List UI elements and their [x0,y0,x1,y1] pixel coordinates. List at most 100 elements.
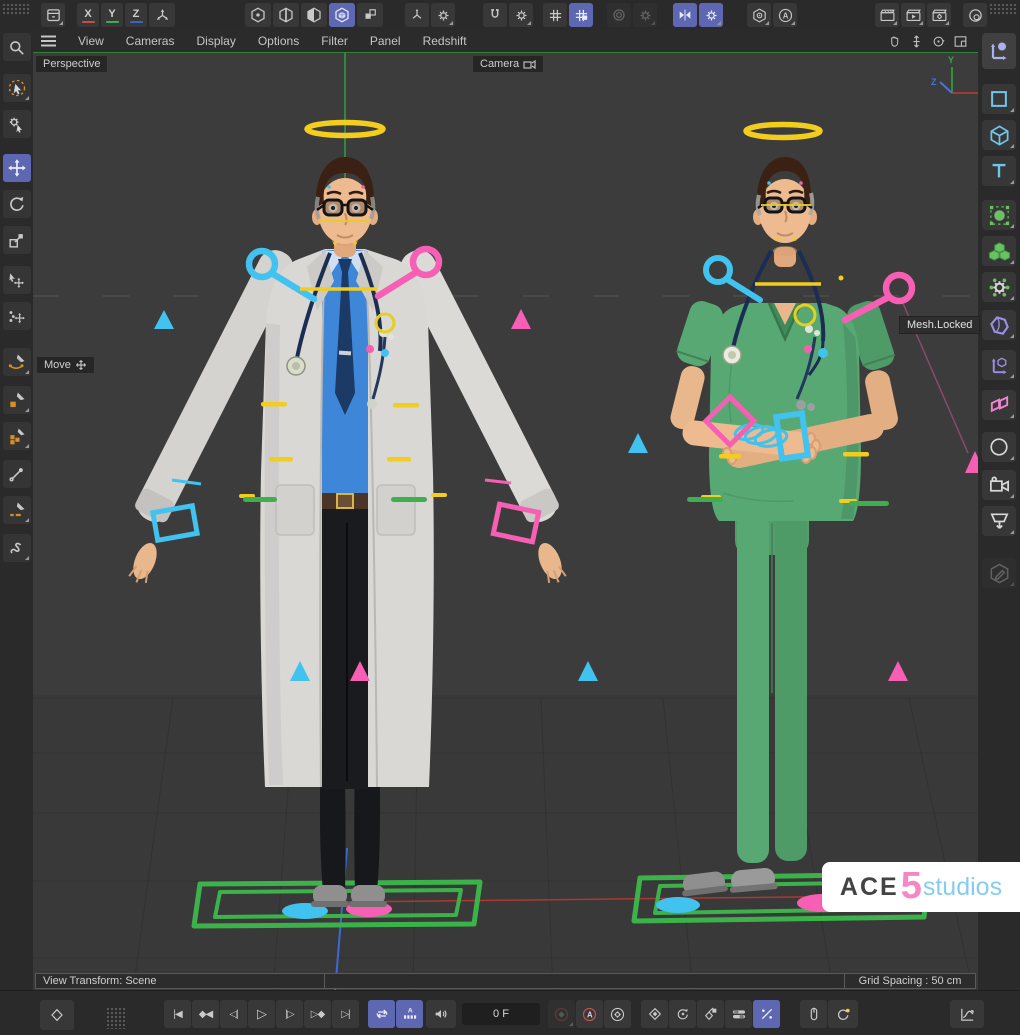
sound-button[interactable] [426,1000,456,1028]
z-lock-button[interactable]: Z [125,3,147,27]
spline-pen-dashed-button[interactable] [3,496,31,524]
render-picture-viewer-button[interactable] [901,3,925,27]
key-position-button[interactable] [641,1000,668,1028]
search-button[interactable] [3,33,31,61]
previous-frame-button[interactable]: ◁| [220,1000,247,1028]
axis-edit-button[interactable] [982,350,1016,380]
key-interpolation-button[interactable] [753,1000,780,1028]
material-preview-button[interactable] [963,3,987,27]
render-view-button[interactable] [875,3,899,27]
workplane-settings-button[interactable] [431,3,455,27]
x-lock-button[interactable]: X [77,3,99,27]
camera-object-button[interactable] [982,470,1016,500]
falloff-button[interactable] [607,3,631,27]
viewport-3d[interactable]: Y X Z Perspective Camera Move View Trans… [33,52,978,990]
mouse-record-button[interactable] [800,1000,827,1028]
current-frame-field[interactable]: 0 F [462,1003,540,1025]
loop-playback-button[interactable] [368,1000,395,1028]
y-lock-button[interactable]: Y [101,3,123,27]
key-parameters-button[interactable] [725,1000,752,1028]
sketch-spline-button[interactable] [3,534,31,562]
key-scale-button[interactable] [697,1000,724,1028]
stage-object-button[interactable] [982,506,1016,536]
menu-cameras[interactable]: Cameras [126,34,175,48]
render-settings-button[interactable] [927,3,951,27]
view-label[interactable]: Perspective [36,56,107,72]
autokey-keys-button[interactable]: A [396,1000,423,1028]
symmetry-settings-button[interactable] [699,3,723,27]
cube-primitive-button[interactable] [982,120,1016,150]
autokey-toggle-button[interactable]: A [576,1000,603,1028]
quantize-lock-button[interactable] [569,3,593,27]
nurse-left-foot-control[interactable] [656,897,700,913]
spline-pen-hard-button[interactable] [3,386,31,414]
keying-settings-button[interactable] [604,1000,631,1028]
subdivision-generator-button[interactable] [982,200,1016,230]
spline-pen-volume-button[interactable] [3,422,31,450]
rectangle-spline-button[interactable] [982,84,1016,114]
volume-generator-button[interactable] [982,236,1016,266]
model-mode-button[interactable] [329,3,355,27]
spline-pen-smooth-button[interactable] [3,348,31,376]
tweak-button[interactable] [3,110,31,138]
falloff-settings-button[interactable] [633,3,657,27]
symmetry-button[interactable] [673,3,697,27]
toggles-icon [731,1006,747,1022]
menu-view[interactable]: View [78,34,104,48]
play-button[interactable]: ▷ [248,1000,275,1028]
mouse-icon [806,1006,822,1022]
timeline-drag-handle[interactable] [106,1007,126,1029]
annotation-pencil-button[interactable] [982,558,1016,588]
camera-label[interactable]: Camera [473,56,543,72]
simulation-generator-button[interactable] [982,272,1016,302]
live-selection-button[interactable] [3,74,31,102]
dolly-icon[interactable] [909,34,924,49]
menu-panel[interactable]: Panel [370,34,401,48]
maximize-view-icon[interactable] [953,34,968,49]
menu-options[interactable]: Options [258,34,299,48]
menu-icon[interactable] [41,35,56,47]
key-rotation-button[interactable] [669,1000,696,1028]
menu-filter[interactable]: Filter [321,34,348,48]
snap-button[interactable] [483,3,507,27]
snap-settings-button[interactable] [509,3,533,27]
go-to-start-button[interactable]: |◀ [164,1000,191,1028]
environment-button[interactable] [982,432,1016,462]
object-axis-mode-button[interactable] [357,3,383,27]
rotate-tool-button[interactable] [3,190,31,218]
menu-display[interactable]: Display [196,34,235,48]
rotate-record-button[interactable] [828,1000,858,1028]
polygons-mode-button[interactable] [301,3,327,27]
axis-modeling-button[interactable] [149,3,175,27]
go-to-end-button[interactable]: ▷| [332,1000,359,1028]
keyframe-diamond-button[interactable] [40,1000,74,1030]
annotation-button[interactable]: A [773,3,797,27]
fcurve-button[interactable] [950,1000,984,1028]
toolbar-drag-handle[interactable] [2,3,31,16]
viewport-solo-button[interactable] [747,3,771,27]
scale-tool-button[interactable] [3,226,31,254]
move-tool-button[interactable] [3,154,31,182]
quantize-button[interactable] [543,3,567,27]
text-primitive-button[interactable] [982,156,1016,186]
pan-hand-icon[interactable] [887,34,902,49]
record-keyframe-button[interactable] [548,1000,575,1028]
squiggle-icon [7,538,27,558]
orbit-icon[interactable] [931,34,946,49]
toolbar-drag-handle-right[interactable] [989,3,1018,16]
scene-canvas[interactable]: Y X Z [33,53,978,991]
viewport-panel-button[interactable] [41,3,65,27]
workplane-button[interactable] [405,3,429,27]
coordinates-button[interactable] [982,33,1016,69]
menu-redshift[interactable]: Redshift [423,34,467,48]
instance-button[interactable] [982,390,1016,420]
point-move-button[interactable] [3,302,31,330]
mesh-locked-button[interactable] [982,310,1016,340]
next-frame-button[interactable]: |▷ [276,1000,303,1028]
previous-key-button[interactable]: ◆◀ [192,1000,219,1028]
paint-brush-button[interactable] [3,460,31,488]
edges-mode-button[interactable] [273,3,299,27]
points-mode-button[interactable] [245,3,271,27]
cursor-move-button[interactable] [3,266,31,294]
next-key-button[interactable]: ▷◆ [304,1000,331,1028]
